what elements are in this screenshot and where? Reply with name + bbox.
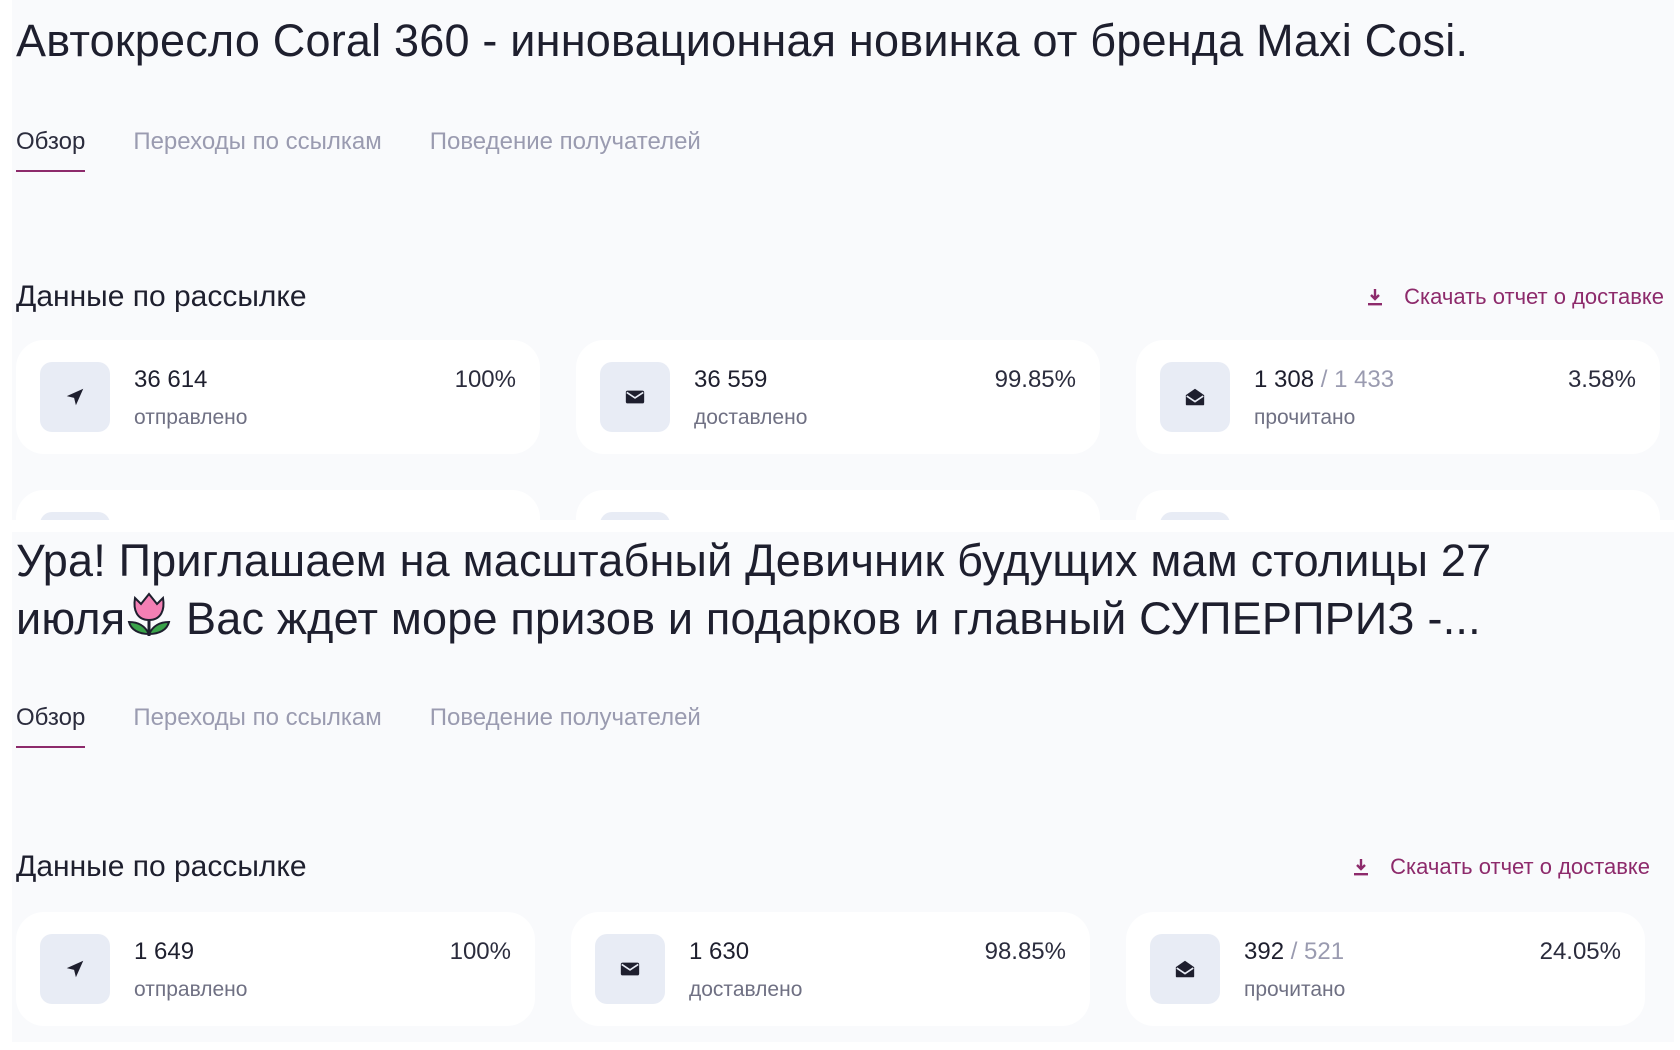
stat-number: 1 630 <box>689 938 750 965</box>
stat-caption: доставлено <box>689 978 803 1001</box>
stat-caption: доставлено <box>694 406 808 429</box>
stat-card-partial <box>1136 490 1660 520</box>
tab-overview[interactable]: Обзор <box>16 128 86 172</box>
stat-total: / 1 433 <box>1320 366 1395 393</box>
icon-box <box>1160 512 1230 520</box>
campaign-panel: Ура! Приглашаем на масштабный Девичник б… <box>12 532 1674 1042</box>
download-icon <box>1354 859 1369 876</box>
envelope-icon <box>620 962 640 976</box>
send-icon-box <box>40 362 110 432</box>
stat-number: 392 <box>1244 938 1285 965</box>
icon-box <box>40 512 110 520</box>
stat-value: 392 / 521 <box>1244 938 1344 966</box>
stat-value: 36 559 <box>694 366 767 394</box>
section-title: Данные по рассылке <box>16 850 307 883</box>
tab-recipient-behavior[interactable]: Поведение получателей <box>430 704 701 748</box>
download-report-label: Скачать отчет о доставке <box>1404 284 1664 309</box>
envelope-icon-box <box>600 362 670 432</box>
stat-card-delivered: 36 559 доставлено 99.85% <box>576 340 1100 454</box>
stat-caption: отправлено <box>134 406 248 429</box>
send-icon <box>66 388 84 406</box>
stat-card-partial <box>16 490 540 520</box>
stat-number: 1 308 <box>1254 366 1315 393</box>
stat-total: / 521 <box>1290 938 1345 965</box>
download-report-link[interactable]: Скачать отчет о доставке <box>1352 854 1650 880</box>
stat-percent: 100% <box>454 366 516 393</box>
more-stats-cards <box>16 490 1660 520</box>
stat-percent: 98.85% <box>984 938 1066 965</box>
send-icon-box <box>40 934 110 1004</box>
stat-number: 36 614 <box>134 366 208 393</box>
stat-caption: отправлено <box>134 978 248 1001</box>
stat-card-partial <box>576 490 1100 520</box>
tab-link-clicks[interactable]: Переходы по ссылкам <box>133 704 381 748</box>
download-icon <box>1368 289 1383 306</box>
campaign-title-text: Вас ждет море призов и подарков и главны… <box>173 593 1481 644</box>
stat-card-sent: 36 614 отправлено 100% <box>16 340 540 454</box>
campaign-title: Ура! Приглашаем на масштабный Девичник б… <box>16 532 1666 648</box>
stat-value: 1 630 <box>689 938 749 966</box>
tulip-icon <box>128 592 171 636</box>
envelope-icon-box <box>595 934 665 1004</box>
campaign-title: Автокресло Coral 360 - инновационная нов… <box>16 12 1666 70</box>
icon-box <box>600 512 670 520</box>
stat-percent: 3.58% <box>1567 366 1636 393</box>
stat-number: 36 559 <box>694 366 768 393</box>
stats-cards: 1 649 отправлено 100% 1 630 доставлено 9… <box>16 912 1645 1026</box>
envelope-open-icon <box>1185 388 1205 406</box>
campaign-panel: Автокресло Coral 360 - инновационная нов… <box>12 0 1674 520</box>
campaign-title-text: июля <box>16 593 126 644</box>
stat-card-delivered: 1 630 доставлено 98.85% <box>571 912 1090 1026</box>
download-report-label: Скачать отчет о доставке <box>1390 854 1650 879</box>
campaign-title-line: июля Вас ждет море призов и подарков и г… <box>16 590 1666 648</box>
stat-caption: прочитано <box>1254 406 1356 429</box>
stat-value: 1 649 <box>134 938 194 966</box>
send-icon <box>66 960 84 978</box>
tab-recipient-behavior[interactable]: Поведение получателей <box>430 128 701 172</box>
stat-card-read: 392 / 521 прочитано 24.05% <box>1126 912 1645 1026</box>
stat-card-read: 1 308 / 1 433 прочитано 3.58% <box>1136 340 1660 454</box>
stat-percent: 24.05% <box>1539 938 1621 965</box>
section-header: Данные по рассылке Скачать отчет о доста… <box>16 280 1664 314</box>
tab-link-clicks[interactable]: Переходы по ссылкам <box>133 128 381 172</box>
campaign-title-line: Ура! Приглашаем на масштабный Девичник б… <box>16 535 1492 586</box>
stat-percent: 99.85% <box>994 366 1076 393</box>
section-title: Данные по рассылке <box>16 280 307 313</box>
section-header: Данные по рассылке Скачать отчет о доста… <box>16 850 1650 884</box>
campaign-title-line: Автокресло Coral 360 - инновационная нов… <box>16 15 1469 66</box>
stat-card-sent: 1 649 отправлено 100% <box>16 912 535 1026</box>
envelope-open-icon-box <box>1150 934 1220 1004</box>
stat-value: 1 308 / 1 433 <box>1254 366 1394 394</box>
stat-percent: 100% <box>449 938 511 965</box>
stat-number: 1 649 <box>134 938 195 965</box>
stats-cards: 36 614 отправлено 100% 36 559 доставлено… <box>16 340 1660 454</box>
envelope-open-icon-box <box>1160 362 1230 432</box>
envelope-icon <box>625 390 645 404</box>
envelope-open-icon <box>1175 960 1195 978</box>
stat-caption: прочитано <box>1244 978 1346 1001</box>
stat-value: 36 614 <box>134 366 207 394</box>
tab-overview[interactable]: Обзор <box>16 704 86 748</box>
download-report-link[interactable]: Скачать отчет о доставке <box>1366 284 1664 310</box>
tabs: Обзор Переходы по ссылкам Поведение полу… <box>16 128 749 172</box>
tabs: Обзор Переходы по ссылкам Поведение полу… <box>16 704 749 748</box>
